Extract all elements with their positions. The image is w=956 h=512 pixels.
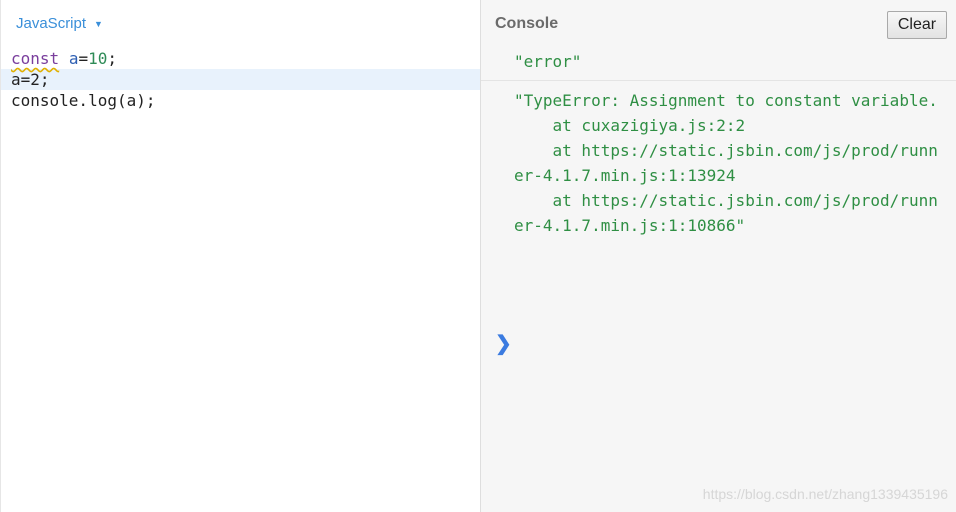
number-token: 10 xyxy=(88,49,108,68)
console-log-entry: "TypeError: Assignment to constant varia… xyxy=(514,91,938,235)
identifier-token: a xyxy=(68,49,79,68)
console-title: Console xyxy=(495,15,559,32)
code-line-3[interactable]: console.log(a); xyxy=(1,90,481,111)
clear-button[interactable]: Clear xyxy=(887,11,947,39)
console-log-entry: "error" xyxy=(481,49,956,81)
semicolon-token: ; xyxy=(107,49,117,68)
keyword-token: const xyxy=(11,49,60,68)
caret-down-icon: ▼ xyxy=(94,18,103,29)
code-line-1[interactable]: const a=10; xyxy=(1,48,481,69)
code-line-2[interactable]: a=2; xyxy=(1,69,481,90)
language-label: JavaScript xyxy=(16,15,87,32)
watermark: https://blog.csdn.net/zhang1339435196 xyxy=(702,486,948,502)
operator-token: = xyxy=(78,49,89,68)
console-pane: Console Clear "error" "TypeError: Assign… xyxy=(480,0,956,512)
editor-pane: JavaScript ▼ const a=10; a=2; console.lo… xyxy=(0,0,481,512)
code-editor[interactable]: const a=10; a=2; console.log(a); xyxy=(1,48,481,111)
chevron-right-icon[interactable]: ❯ xyxy=(495,331,512,356)
language-selector[interactable]: JavaScript ▼ xyxy=(16,15,103,32)
